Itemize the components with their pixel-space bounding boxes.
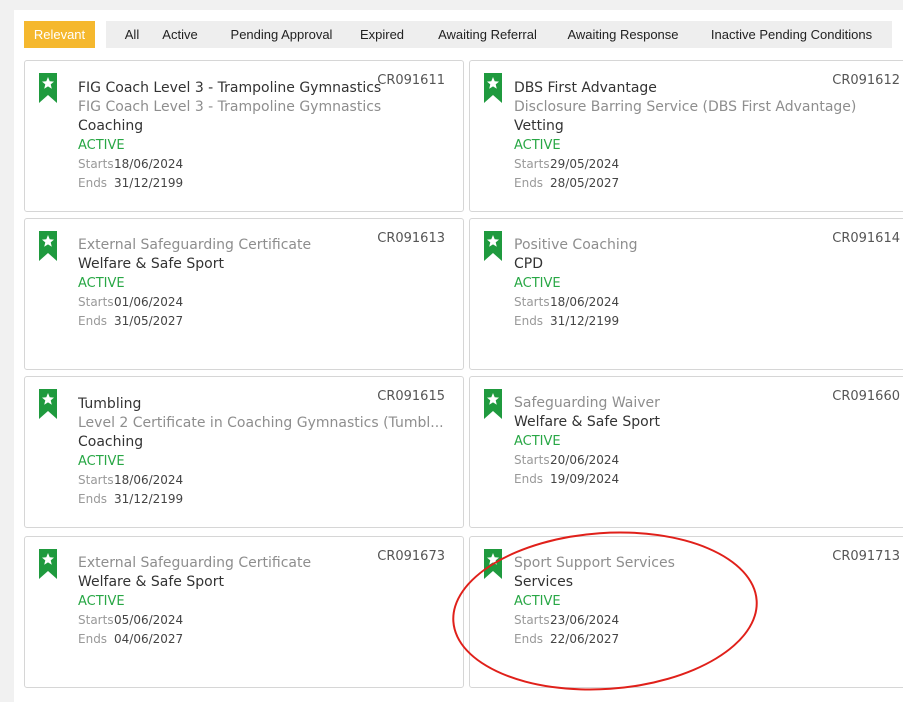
tab-relevant[interactable]: Relevant [24,21,95,48]
end-date-row: Ends 31/12/2199 [514,312,903,331]
status-label: ACTIVE [514,138,561,153]
end-date: 31/12/2199 [114,176,184,190]
status-label: ACTIVE [78,454,125,469]
ends-label: Ends [514,472,544,486]
starts-label: Starts [78,157,114,171]
ribbon-star-icon [39,73,57,103]
credential-subtitle: Positive Coaching [514,237,638,253]
status-label: ACTIVE [78,138,125,153]
credential-category: Vetting [514,118,564,134]
starts-label: Starts [514,453,550,467]
credential-subtitle: Safeguarding Waiver [514,395,660,411]
credential-title: DBS First Advantage [514,80,657,96]
start-date-row: Starts20/06/2024 [514,451,903,470]
ribbon-star-icon [39,549,57,579]
ribbon-star-icon [39,389,57,419]
tab-inactive-pending-conditions[interactable]: Inactive Pending Conditions [691,21,892,48]
credential-subtitle: Level 2 Certificate in Coaching Gymnasti… [78,415,444,431]
credential-title: Tumbling [78,396,142,412]
end-date: 31/12/2199 [550,314,620,328]
ends-label: Ends [514,314,544,328]
tab-expired[interactable]: Expired [343,21,421,48]
credential-category: Coaching [78,434,144,450]
start-date-row: Starts29/05/2024 [514,155,903,174]
tab-active[interactable]: Active [149,21,211,48]
tab-awaiting-referral[interactable]: Awaiting Referral [420,21,555,48]
start-date: 01/06/2024 [114,295,184,309]
start-date: 29/05/2024 [550,157,620,171]
start-date-row: Starts18/06/2024 [78,155,459,174]
ends-label: Ends [78,176,108,190]
end-date-row: Ends 04/06/2027 [78,630,459,649]
starts-label: Starts [78,473,114,487]
end-date-row: Ends 31/12/2199 [78,490,459,509]
start-date: 20/06/2024 [550,453,620,467]
credential-subtitle: FIG Coach Level 3 - Trampoline Gymnastic… [78,99,382,115]
status-label: ACTIVE [78,276,125,291]
start-date-row: Starts18/06/2024 [78,471,459,490]
starts-label: Starts [78,295,114,309]
credential-category: Welfare & Safe Sport [514,414,660,430]
ribbon-star-icon [39,231,57,261]
tab-pending-approval[interactable]: Pending Approval [209,21,354,48]
end-date-row: Ends 31/05/2027 [78,312,459,331]
ends-label: Ends [514,176,544,190]
credential-card[interactable]: CR091611 FIG Coach Level 3 - Trampoline … [24,60,464,212]
tab-awaiting-response[interactable]: Awaiting Response [553,21,693,48]
credential-category: Welfare & Safe Sport [78,256,224,272]
credential-category: Coaching [78,118,144,134]
credential-card[interactable]: CR091615 Tumbling Level 2 Certificate in… [24,376,464,528]
starts-label: Starts [78,613,114,627]
starts-label: Starts [514,157,550,171]
end-date: 19/09/2024 [550,472,620,486]
status-label: ACTIVE [514,276,561,291]
credential-card[interactable]: CR091612 DBS First Advantage Disclosure … [469,60,903,212]
credential-subtitle: Disclosure Barring Service (DBS First Ad… [514,99,857,115]
end-date: 04/06/2027 [114,632,184,646]
start-date-row: Starts01/06/2024 [78,293,459,312]
credential-card[interactable]: CR091673 External Safeguarding Certifica… [24,536,464,688]
credential-card[interactable]: CR091613 External Safeguarding Certifica… [24,218,464,370]
end-date-row: Ends 28/05/2027 [514,174,903,193]
start-date: 18/06/2024 [114,473,184,487]
start-date-row: Starts18/06/2024 [514,293,903,312]
end-date: 31/12/2199 [114,492,184,506]
start-date: 18/06/2024 [114,157,184,171]
credential-title: FIG Coach Level 3 - Trampoline Gymnastic… [78,80,382,96]
end-date: 31/05/2027 [114,314,184,328]
ends-label: Ends [78,492,108,506]
starts-label: Starts [514,295,550,309]
ribbon-star-icon [484,231,502,261]
start-date-row: Starts05/06/2024 [78,611,459,630]
credential-category: CPD [514,256,543,272]
ends-label: Ends [78,632,108,646]
ribbon-star-icon [484,389,502,419]
credential-card[interactable]: CR091660 Safeguarding Waiver Welfare & S… [469,376,903,528]
end-date-row: Ends 19/09/2024 [514,470,903,489]
start-date: 18/06/2024 [550,295,620,309]
credential-subtitle: External Safeguarding Certificate [78,555,312,571]
status-label: ACTIVE [514,434,561,449]
credential-category: Welfare & Safe Sport [78,574,224,590]
status-label: ACTIVE [78,594,125,609]
ribbon-star-icon [484,73,502,103]
ends-label: Ends [78,314,108,328]
credential-card[interactable]: CR091614 Positive Coaching CPD ACTIVE St… [469,218,903,370]
start-date: 05/06/2024 [114,613,184,627]
credential-subtitle: External Safeguarding Certificate [78,237,312,253]
end-date: 28/05/2027 [550,176,620,190]
end-date-row: Ends 31/12/2199 [78,174,459,193]
